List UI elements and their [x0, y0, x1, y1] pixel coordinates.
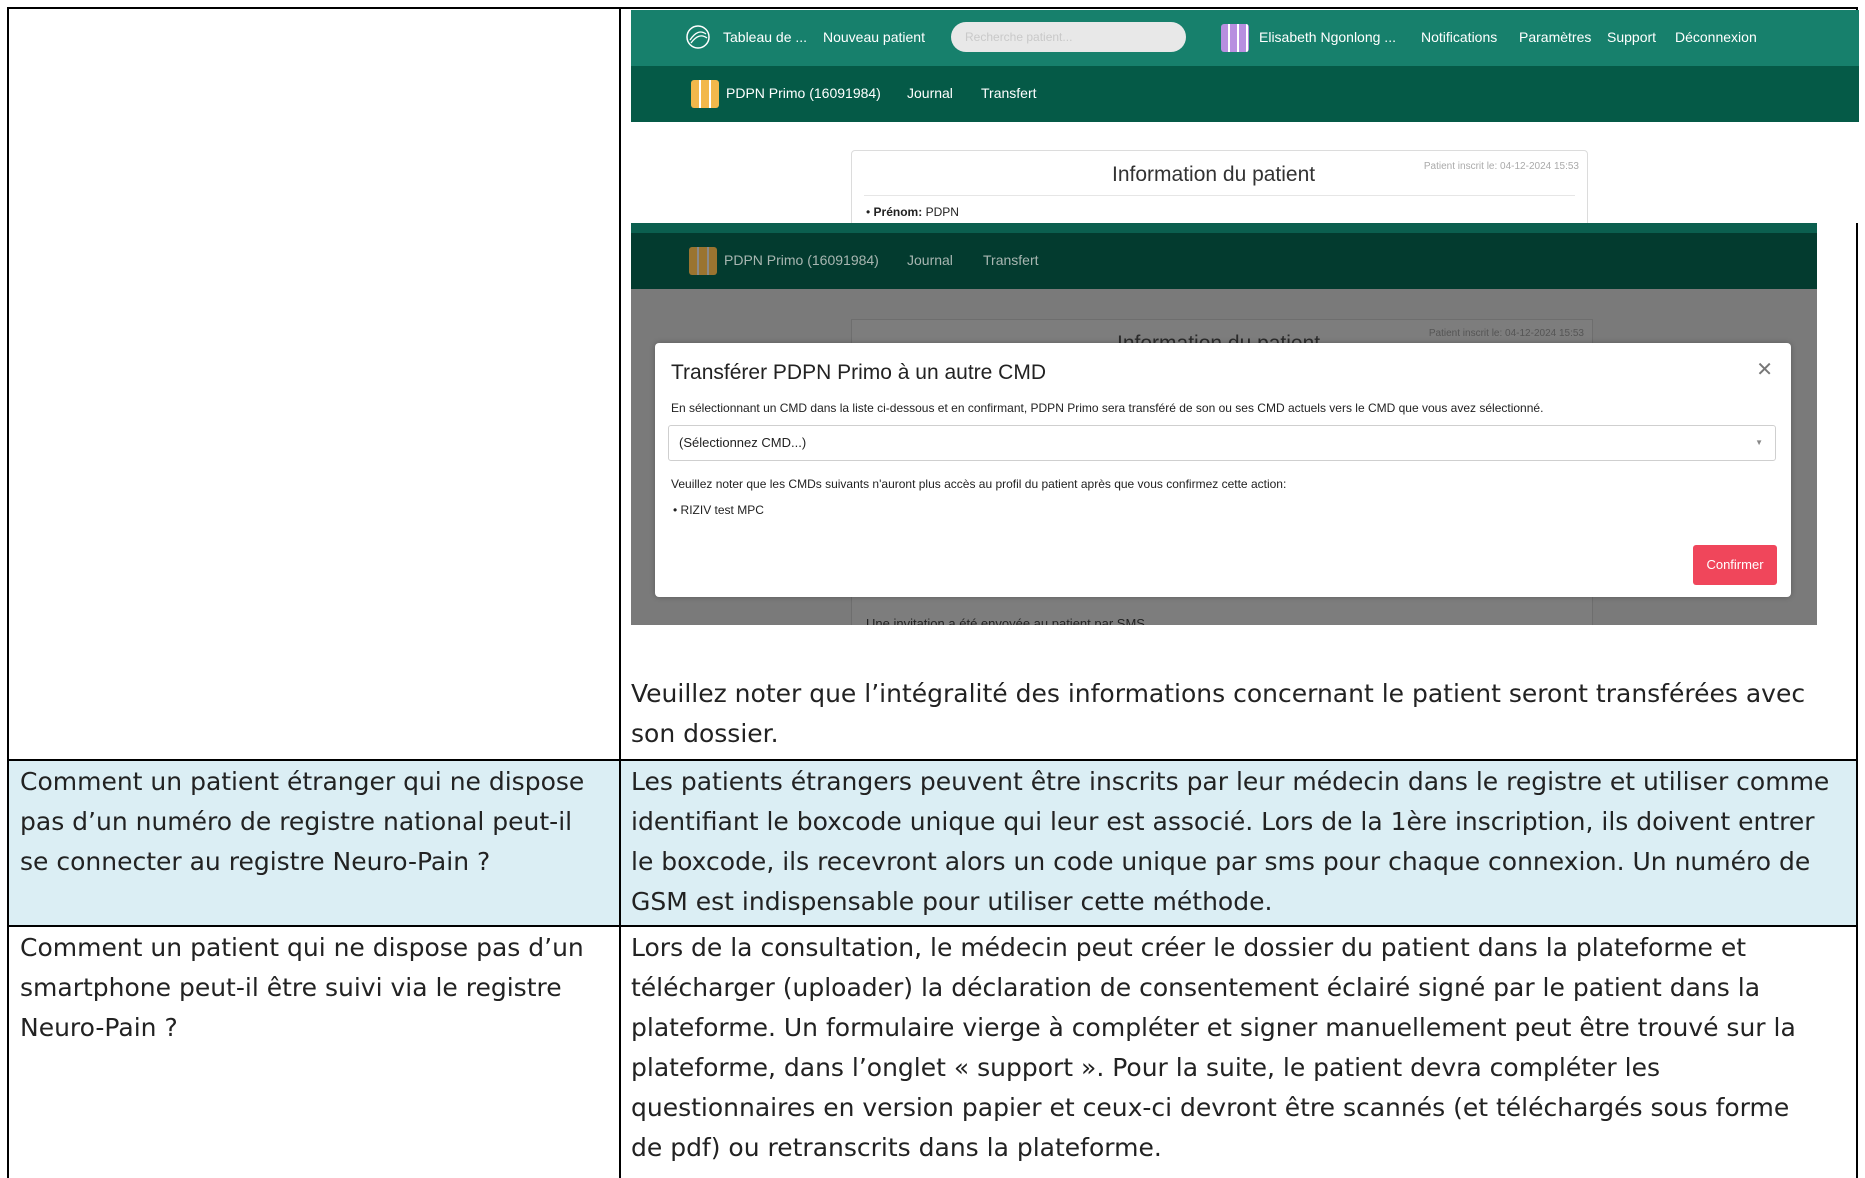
dialog-title: Transférer PDPN Primo à un autre CMD [671, 361, 1046, 384]
close-icon[interactable]: ✕ [1756, 357, 1773, 382]
transfer-note-line-2: son dossier. [631, 719, 779, 748]
question-2-line-3: Neuro-Pain ? [20, 1013, 178, 1042]
registered-date: Patient inscrit le: 04-12-2024 15:53 [1423, 161, 1579, 172]
subnav-journal[interactable]: Journal [907, 85, 953, 101]
bullet: • [866, 205, 874, 219]
question-1-line-1: Comment un patient étranger qui ne dispo… [20, 767, 585, 796]
answer-2-line-2: télécharger (uploader) la déclaration de… [631, 973, 1761, 1002]
transfer-dialog: Transférer PDPN Primo à un autre CMD ✕ E… [655, 343, 1791, 597]
question-2-line-1: Comment un patient qui ne dispose pas d’… [20, 933, 584, 962]
row-divider-1 [7, 759, 1858, 761]
subnav-journal: Journal [907, 252, 953, 268]
nav-support[interactable]: Support [1607, 29, 1656, 45]
answer-2-line-6: de pdf) ou retranscrits dans la platefor… [631, 1133, 1162, 1162]
firstname-value: PDPN [925, 205, 959, 219]
cmd-select-value: (Sélectionnez CMD...) [679, 435, 807, 450]
answer-2-line-1: Lors de la consultation, le médecin peut… [631, 933, 1747, 962]
dialog-note: Veuillez noter que les CMDs suivants n'a… [671, 477, 1287, 491]
user-avatar [1221, 24, 1249, 52]
column-divider [619, 7, 621, 1178]
subnav-patient: PDPN Primo (16091984) [724, 252, 879, 268]
table-border-left [7, 7, 9, 1178]
question-1-line-3: se connecter au registre Neuro-Pain ? [20, 847, 491, 876]
patient-info-card: Information du patient Patient inscrit l… [851, 150, 1588, 223]
subnav-transfer: Transfert [983, 252, 1039, 268]
table-border-top [7, 7, 1858, 9]
screenshot-patient-page: Tableau de ... Nouveau patient Recherche… [631, 10, 1859, 223]
subnav-transfer[interactable]: Transfert [981, 85, 1037, 101]
firstname-label: Prénom: [873, 205, 923, 219]
card-title: Information du patient [1112, 163, 1316, 186]
answer-2-line-3: plateforme. Un formulaire vierge à compl… [631, 1013, 1796, 1042]
question-1-line-2: pas d’un numéro de registre national peu… [20, 807, 573, 836]
nav-user[interactable]: Elisabeth Ngonlong ... [1259, 29, 1396, 45]
nav-new-patient[interactable]: Nouveau patient [823, 29, 925, 45]
search-input[interactable]: Recherche patient... [951, 22, 1186, 52]
dimmed-topbar-strip [631, 223, 1817, 233]
subnav-patient[interactable]: PDPN Primo (16091984) [726, 85, 881, 101]
answer-1-line-1: Les patients étrangers peuvent être insc… [631, 767, 1830, 796]
nav-logout[interactable]: Déconnexion [1675, 29, 1757, 45]
cmd-list-item: • RIZIV test MPC [673, 503, 764, 517]
screenshot-transfer-modal: PDPN Primo (16091984) Journal Transfert … [631, 223, 1817, 625]
logo-icon [686, 25, 710, 49]
sms-notice: Une invitation a été envoyée au patient … [866, 616, 1149, 625]
registered-date: Patient inscrit le: 04-12-2024 15:53 [1428, 328, 1584, 339]
bullet: • [673, 503, 681, 517]
dimmed-subnav: PDPN Primo (16091984) Journal Transfert [631, 233, 1817, 289]
nav-dashboard[interactable]: Tableau de ... [723, 29, 807, 45]
answer-2-line-5: questionnaires en version papier et ceux… [631, 1093, 1790, 1122]
transfer-note-line-1: Veuillez noter que l’intégralité des inf… [631, 679, 1806, 708]
patient-avatar [689, 247, 717, 275]
question-2-line-2: smartphone peut-il être suivi via le reg… [20, 973, 562, 1002]
patient-avatar [691, 80, 719, 108]
faq-table: Tableau de ... Nouveau patient Recherche… [7, 7, 1859, 1178]
answer-1-line-3: le boxcode, ils recevront alors un code … [631, 847, 1811, 876]
top-navbar: Tableau de ... Nouveau patient Recherche… [631, 10, 1859, 66]
row-divider-2 [7, 925, 1858, 927]
nav-notifications[interactable]: Notifications [1421, 29, 1497, 45]
patient-subnav: PDPN Primo (16091984) Journal Transfert [631, 66, 1859, 122]
cmd-name: RIZIV test MPC [680, 503, 764, 517]
nav-settings[interactable]: Paramètres [1519, 29, 1591, 45]
card-divider [864, 195, 1575, 196]
firstname-row: • Prénom: PDPN [866, 205, 959, 219]
chevron-down-icon: ▼ [1755, 438, 1763, 447]
dialog-description: En sélectionnant un CMD dans la liste ci… [671, 401, 1544, 415]
answer-1-line-4: GSM est indispensable pour utiliser cett… [631, 887, 1273, 916]
answer-2-line-4: plateforme, dans l’onglet « support ». P… [631, 1053, 1661, 1082]
answer-1-line-2: identifiant le boxcode unique qui leur e… [631, 807, 1815, 836]
cmd-select[interactable]: (Sélectionnez CMD...) ▼ [668, 425, 1776, 461]
confirm-button[interactable]: Confirmer [1693, 545, 1777, 585]
